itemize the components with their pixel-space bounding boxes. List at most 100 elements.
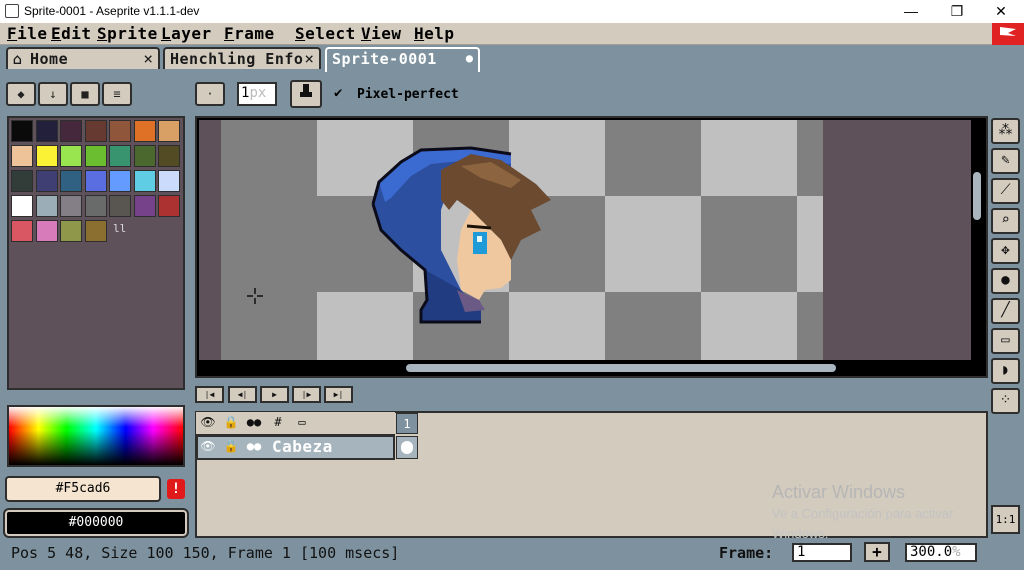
- eyedropper-tool[interactable]: ⟋: [991, 178, 1020, 204]
- tab-label: Home: [30, 50, 69, 68]
- menu-edit[interactable]: Edit: [51, 24, 92, 43]
- tab-henchling[interactable]: Henchling Enfo ×: [163, 47, 321, 69]
- tab-sprite-0001[interactable]: Sprite-0001 ●: [325, 47, 480, 72]
- frame-cel[interactable]: [396, 436, 418, 459]
- ink-button[interactable]: [290, 80, 322, 108]
- frame-header-1[interactable]: 1: [396, 413, 418, 434]
- close-tab-icon[interactable]: ×: [143, 49, 153, 68]
- spray-tool[interactable]: ⁘: [991, 388, 1020, 414]
- paint-bucket-tool[interactable]: ●: [991, 268, 1020, 294]
- foreground-color-button[interactable]: #F5cad6: [5, 476, 161, 502]
- palette-swatch[interactable]: [35, 120, 58, 142]
- pixel-perfect-checkbox[interactable]: ✔: [334, 85, 342, 101]
- rectangle-tool[interactable]: ▭: [991, 328, 1020, 354]
- color-spectrum[interactable]: [7, 405, 185, 467]
- menu-sprite[interactable]: Sprite: [97, 24, 158, 43]
- zoom-one-to-one-button[interactable]: 1:1: [991, 505, 1020, 534]
- palette-swatch[interactable]: [109, 170, 131, 192]
- palette-swatch[interactable]: [109, 120, 131, 142]
- palette-swatch[interactable]: [35, 145, 58, 167]
- visibility-header-icon[interactable]: 👁: [196, 413, 220, 432]
- menu-frame[interactable]: Frame: [224, 24, 275, 43]
- flag-icon[interactable]: [992, 23, 1024, 45]
- background-color-button[interactable]: #000000: [3, 508, 189, 538]
- pencil-tool[interactable]: ✎: [991, 148, 1020, 174]
- palette-menu-button[interactable]: ≡: [102, 82, 132, 106]
- palette-swatch[interactable]: [109, 145, 131, 167]
- last-frame-button[interactable]: ▶|: [324, 386, 353, 403]
- palette-swatch[interactable]: [158, 195, 180, 217]
- modified-dot-icon[interactable]: ●: [466, 51, 473, 65]
- palette-swatch[interactable]: [133, 145, 156, 167]
- previous-frame-button[interactable]: ◀|: [228, 386, 257, 403]
- palette-swatch[interactable]: [84, 220, 107, 242]
- arrow-down-button[interactable]: ↓: [38, 82, 68, 106]
- next-frame-button[interactable]: |▶: [292, 386, 321, 403]
- palette-swatch[interactable]: [133, 120, 156, 142]
- first-frame-button[interactable]: |◀: [195, 386, 224, 403]
- palette-swatch[interactable]: [60, 145, 82, 167]
- lock-header-icon[interactable]: 🔒: [219, 413, 243, 432]
- palette-swatch[interactable]: [109, 195, 131, 217]
- palette-swatch[interactable]: [60, 120, 82, 142]
- layer-lock-icon[interactable]: 🔒: [219, 437, 243, 456]
- palette-swatch[interactable]: [35, 170, 58, 192]
- line-tool[interactable]: ╱: [991, 298, 1020, 324]
- tab-label: Sprite-0001: [332, 50, 437, 68]
- zoom-input[interactable]: 300.0%: [905, 543, 977, 562]
- minimize-button[interactable]: —: [888, 0, 934, 23]
- link-header-icon[interactable]: ▭: [290, 413, 314, 432]
- palette-swatch[interactable]: [133, 170, 156, 192]
- onion-skin-header-icon[interactable]: ●●: [242, 413, 266, 432]
- play-button[interactable]: ▶: [260, 386, 289, 403]
- sprite-canvas[interactable]: [221, 120, 823, 360]
- move-tool[interactable]: ✥: [991, 238, 1020, 264]
- palette-swatch[interactable]: [11, 220, 33, 242]
- maximize-button[interactable]: ❐: [934, 0, 980, 23]
- horizontal-scrollbar[interactable]: [406, 364, 836, 372]
- brush-size-input[interactable]: 1px: [237, 82, 277, 106]
- menu-view[interactable]: View: [361, 24, 402, 43]
- palette-swatch[interactable]: [11, 145, 33, 167]
- palette-swatch[interactable]: [11, 195, 33, 217]
- magic-wand-tool[interactable]: ⁂: [991, 118, 1020, 144]
- brush-type-button[interactable]: ·: [195, 82, 225, 106]
- palette-swatch[interactable]: [158, 120, 180, 142]
- menu-select[interactable]: Select: [295, 24, 356, 43]
- grid-header-icon[interactable]: #: [266, 413, 290, 432]
- blob-tool[interactable]: ◗: [991, 358, 1020, 384]
- palette-swatch[interactable]: [35, 195, 58, 217]
- zoom-tool[interactable]: ⌕: [991, 208, 1020, 234]
- palette-swatch[interactable]: [60, 170, 82, 192]
- menu-layer[interactable]: Layer: [161, 24, 212, 43]
- app-icon: [5, 4, 19, 18]
- layer-name[interactable]: Cabeza: [272, 437, 333, 456]
- palette-swatch[interactable]: [60, 195, 82, 217]
- close-tab-icon[interactable]: ×: [304, 49, 314, 68]
- palette-swatch[interactable]: [158, 145, 180, 167]
- frame-input[interactable]: 1: [792, 543, 852, 562]
- palette-swatch[interactable]: [11, 170, 33, 192]
- close-window-button[interactable]: ✕: [978, 0, 1024, 23]
- palette-resize-handle[interactable]: ll: [113, 222, 126, 235]
- frame-label: Frame:: [719, 544, 774, 562]
- menu-file[interactable]: File: [7, 24, 48, 43]
- tab-home[interactable]: ⌂ Home ×: [6, 47, 160, 69]
- folder-button[interactable]: ■: [70, 82, 100, 106]
- palette-swatch[interactable]: [158, 170, 180, 192]
- menu-help[interactable]: Help: [414, 24, 455, 43]
- palette-swatch[interactable]: [11, 120, 33, 142]
- vertical-scrollbar[interactable]: [973, 172, 981, 220]
- warning-icon[interactable]: !: [167, 479, 185, 499]
- new-frame-button[interactable]: +: [864, 542, 890, 562]
- palette-swatch[interactable]: [60, 220, 82, 242]
- palette-swatch[interactable]: [133, 195, 156, 217]
- eraser-mode-button[interactable]: ◆: [6, 82, 36, 106]
- layer-onion-icon[interactable]: ●●: [242, 437, 266, 456]
- palette-swatch[interactable]: [84, 170, 107, 192]
- palette-swatch[interactable]: [84, 195, 107, 217]
- palette-swatch[interactable]: [35, 220, 58, 242]
- layer-visibility-icon[interactable]: 👁: [196, 437, 220, 456]
- palette-swatch[interactable]: [84, 120, 107, 142]
- palette-swatch[interactable]: [84, 145, 107, 167]
